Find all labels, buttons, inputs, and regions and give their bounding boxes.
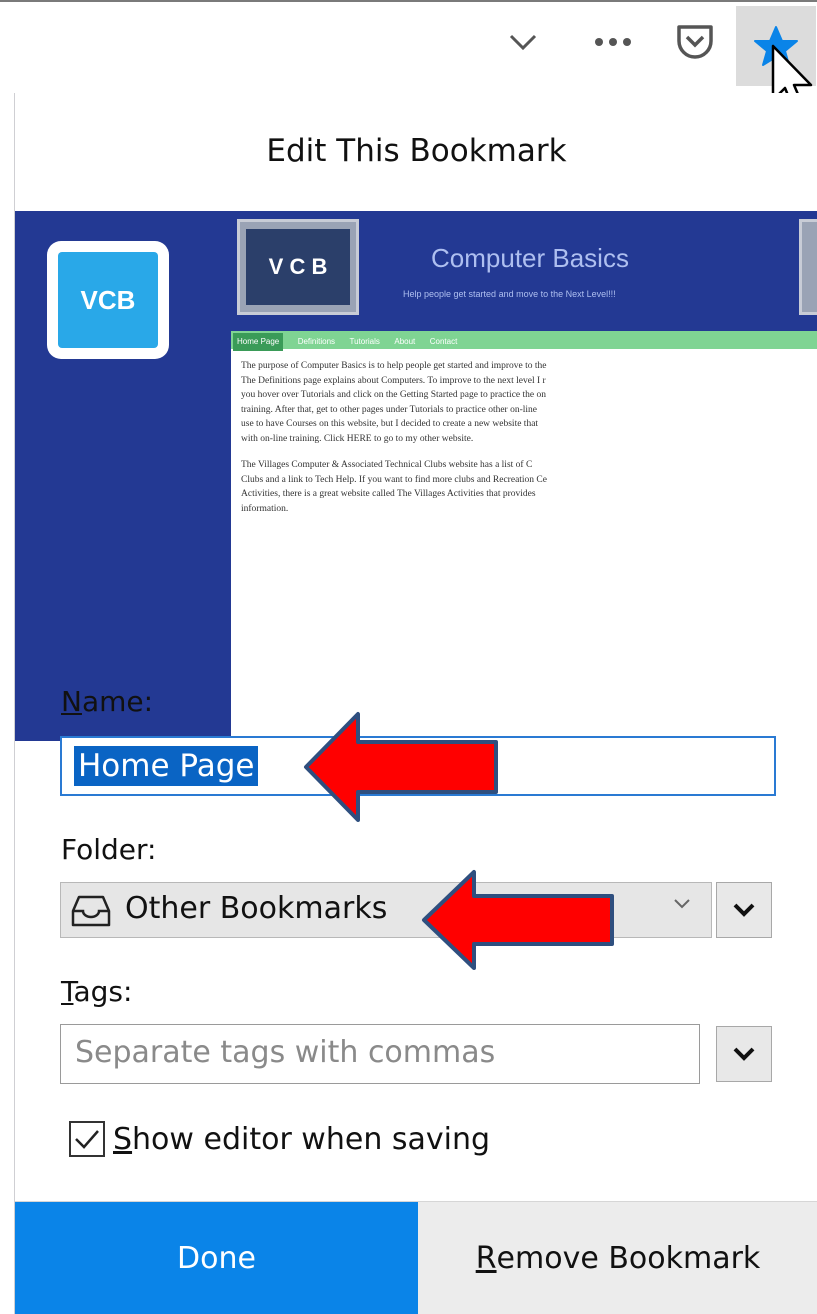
preview-site-logo: V C B	[237, 219, 359, 315]
preview-line: training. After that, get to other pages…	[241, 404, 538, 415]
name-label-accesskey: N	[61, 685, 82, 718]
page-edge	[0, 92, 14, 1314]
preview-nav-item: Contact	[429, 337, 458, 346]
edit-bookmark-panel: Edit This Bookmark VCB V C B Computer Ba…	[14, 93, 817, 1314]
preview-nav-item: Definitions	[297, 337, 336, 346]
show-editor-label: Show editor when saving	[113, 1122, 490, 1157]
tags-expander-button[interactable]	[716, 1026, 772, 1082]
preview-line: Clubs and a link to Tech Help. If you wa…	[241, 474, 547, 485]
preview-site-nav: Home Page Definitions Tutorials About Co…	[231, 331, 817, 351]
tags-label-accesskey: T	[61, 975, 74, 1008]
preview-site-header: V C B Computer Basics Help people get st…	[231, 211, 817, 331]
tags-label: Tags:	[61, 975, 132, 1008]
folder-label: Folder:	[61, 833, 157, 866]
checkmark-icon	[75, 1130, 99, 1149]
folder-select-value: Other Bookmarks	[125, 891, 388, 926]
preview-site-title: Computer Basics	[431, 243, 629, 273]
preview-nav-item: Home Page	[233, 333, 284, 351]
show-editor-option[interactable]: Show editor when saving	[69, 1117, 490, 1161]
remove-bookmark-accesskey: R	[475, 1241, 497, 1276]
panel-footer: Done Remove Bookmark	[15, 1201, 817, 1314]
folder-tray-icon	[69, 893, 113, 934]
preview-site-logo-right	[799, 219, 817, 315]
preview-paragraph: The Villages Computer & Associated Techn…	[241, 458, 817, 516]
annotation-arrow-folder	[422, 870, 614, 970]
chevron-down-icon	[673, 897, 691, 915]
show-editor-checkbox[interactable]	[69, 1121, 105, 1157]
pocket-icon[interactable]	[667, 14, 723, 70]
name-label-text: ame:	[81, 685, 154, 718]
preview-line: The Villages Computer & Associated Techn…	[241, 460, 533, 470]
page-preview-thumbnail: VCB V C B Computer Basics Help people ge…	[15, 211, 817, 741]
show-editor-label-text: how editor when saving	[132, 1121, 491, 1157]
annotation-arrow-name	[304, 712, 498, 822]
preview-site: V C B Computer Basics Help people get st…	[231, 211, 817, 741]
tags-label-text: ags:	[73, 975, 133, 1008]
preview-line: The purpose of Computer Basics is to hel…	[241, 361, 547, 371]
more-dots-icon[interactable]	[585, 14, 641, 70]
site-favicon: VCB	[47, 241, 169, 359]
preview-line: use to have Courses on this website, but…	[241, 419, 539, 429]
show-editor-accesskey: S	[113, 1121, 133, 1157]
preview-nav-item: About	[394, 337, 416, 346]
tags-input-placeholder: Separate tags with commas	[75, 1035, 496, 1070]
browser-toolbar	[0, 0, 817, 92]
chevron-down-icon	[733, 1047, 755, 1061]
done-button[interactable]: Done	[15, 1202, 418, 1314]
preview-site-logo-text: V C B	[246, 229, 350, 305]
preview-site-tagline: Help people get started and move to the …	[403, 289, 616, 299]
preview-paragraph: The purpose of Computer Basics is to hel…	[241, 359, 817, 446]
preview-line: with on-line training. Click HERE to go …	[241, 433, 474, 444]
preview-site-body: The purpose of Computer Basics is to hel…	[241, 359, 817, 528]
name-label: Name:	[61, 685, 153, 718]
preview-line: you hover over Tutorials and click on th…	[241, 390, 546, 400]
preview-nav-item: Tutorials	[349, 337, 380, 346]
folder-tree-expander-button[interactable]	[716, 882, 772, 938]
name-input-value[interactable]: Home Page	[74, 746, 259, 786]
preview-line: Activities, there is a great website cal…	[241, 489, 536, 499]
chevron-down-icon	[733, 903, 755, 917]
tags-input[interactable]: Separate tags with commas	[60, 1024, 700, 1084]
panel-title: Edit This Bookmark	[266, 133, 567, 169]
favicon-text: VCB	[58, 252, 158, 348]
preview-line: The Definitions page explains about Comp…	[241, 375, 546, 386]
preview-line: information.	[241, 503, 289, 514]
chevron-down-icon[interactable]	[495, 14, 551, 70]
remove-bookmark-label: emove Bookmark	[496, 1241, 761, 1276]
remove-bookmark-button[interactable]: Remove Bookmark	[418, 1202, 817, 1314]
